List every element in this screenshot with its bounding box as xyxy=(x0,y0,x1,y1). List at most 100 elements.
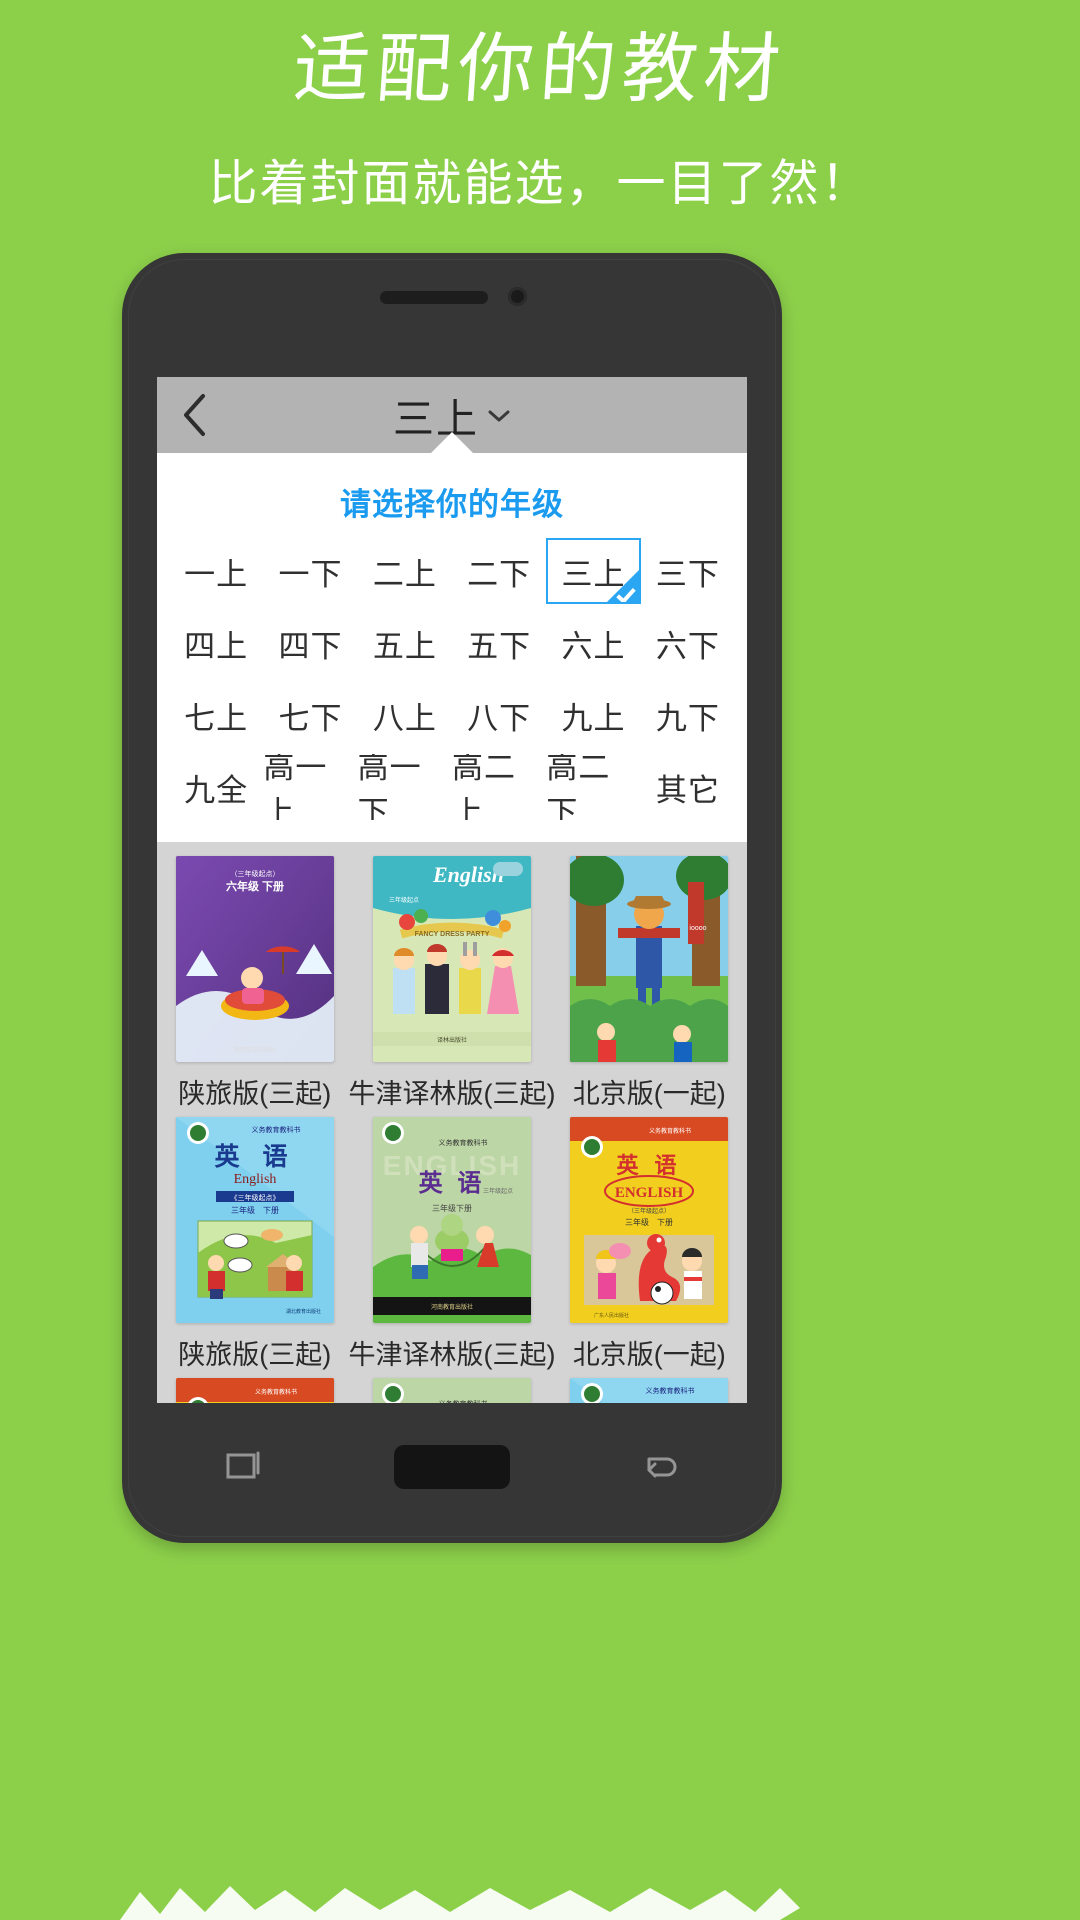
grade-option-高二下[interactable]: 高二下 xyxy=(546,754,641,820)
textbook-label: 北京版(一起) xyxy=(572,1340,726,1370)
textbook-item[interactable]: 义务教育教科书 英 语 ENGLISH （三年级起点） 三年级 下册 广东人民出… xyxy=(569,1117,729,1372)
grade-option-label: 九下 xyxy=(655,700,720,736)
svg-text:义务教育教科书: 义务教育教科书 xyxy=(438,1138,487,1147)
textbook-item[interactable]: ioooo 北京版(一起) xyxy=(569,856,729,1111)
textbook-label: 牛津译林版(三起) xyxy=(348,1340,556,1370)
grade-option-label: 八下 xyxy=(467,700,532,736)
svg-text:FANCY DRESS PARTY: FANCY DRESS PARTY xyxy=(415,931,490,938)
textbook-cover-image: 义务教育教科书 ENGLISH 英 语 三年级起点 三年级下册 河南教育出版社 xyxy=(372,1378,531,1403)
front-camera xyxy=(508,287,527,306)
grade-option-六上[interactable]: 六上 xyxy=(546,610,641,676)
grade-option-七下[interactable]: 七下 xyxy=(263,682,358,748)
grade-option-label: 二下 xyxy=(467,556,532,592)
grade-option-高一下[interactable]: 高一下 xyxy=(357,754,452,820)
svg-text:ENGLISH: ENGLISH xyxy=(615,1185,684,1201)
textbook-cover-image: （三年级起点） 六年级 下册 陕西旅游出版社 xyxy=(175,856,334,1062)
textbook-label: 北京版(一起) xyxy=(572,1079,726,1109)
grade-option-label: 四上 xyxy=(184,628,249,664)
textbook-cover-image: 义务教育教科书 ENGLISH 英 语 三年级起点 三年级下册 河南教育出版社 xyxy=(372,1117,531,1323)
grade-option-label: 高一下 xyxy=(357,754,422,820)
grade-option-五上[interactable]: 五上 xyxy=(357,610,452,676)
textbook-label: 陕旅版(三起) xyxy=(178,1340,332,1370)
grade-option-label: 六下 xyxy=(655,628,720,664)
grade-dropdown-panel: 请选择你的年级 一上 一下 二上 二下 三上 三下四上 四下 五上 五下 六上 六下七上 七下 八上 八下… xyxy=(157,432,747,842)
svg-text:（三年级起点）: （三年级起点） xyxy=(628,1207,670,1215)
textbook-cover-image: 义务教育教科书 英 语 English 《三年级起点》 三年级 下册 湖北教育出… xyxy=(570,1378,729,1403)
svg-text:义务教育教科书: 义务教育教科书 xyxy=(649,1127,691,1135)
grade-option-六下[interactable]: 六下 xyxy=(640,610,735,676)
textbook-item[interactable]: （三年级起点） 六年级 下册 陕西旅游出版社陕旅版(三起) xyxy=(175,856,335,1111)
grade-option-二下[interactable]: 二下 xyxy=(452,538,547,604)
svg-text:ioooo: ioooo xyxy=(690,925,707,932)
grade-option-label: 七下 xyxy=(278,700,343,736)
page-subtitle: 比着封面就能选，一目了然！ xyxy=(208,157,872,212)
grade-option-label: 七上 xyxy=(184,700,249,736)
svg-text:《三年级起点》: 《三年级起点》 xyxy=(230,1193,279,1202)
page-title: 适配你的教材 xyxy=(290,24,790,113)
svg-text:义务教育教科书: 义务教育教科书 xyxy=(255,1388,297,1396)
dropdown-title: 请选择你的年级 xyxy=(340,487,564,522)
grade-option-label: 五下 xyxy=(467,628,532,664)
textbook-label: 牛津译林版(三起) xyxy=(348,1079,556,1109)
textbook-item[interactable]: English 三年级起点 FANCY DRESS PARTY 译林出版社 牛津译… xyxy=(348,856,556,1111)
grade-option-九上[interactable]: 九上 xyxy=(546,682,641,748)
textbook-label: 陕旅版(三起) xyxy=(178,1079,332,1109)
grade-option-四下[interactable]: 四下 xyxy=(263,610,358,676)
svg-text:英 语: 英 语 xyxy=(419,1170,486,1197)
grade-option-一上[interactable]: 一上 xyxy=(169,538,264,604)
svg-text:湖北教育出版社: 湖北教育出版社 xyxy=(286,1308,321,1315)
grade-option-三下[interactable]: 三下 xyxy=(640,538,735,604)
svg-text:三年级起点: 三年级起点 xyxy=(483,1187,513,1195)
svg-text:（三年级起点）: （三年级起点） xyxy=(230,869,279,878)
grade-option-四上[interactable]: 四上 xyxy=(169,610,264,676)
grade-option-label: 高一上 xyxy=(263,754,328,820)
grade-option-label: 高二下 xyxy=(546,754,611,820)
home-pill-icon[interactable] xyxy=(393,1445,510,1489)
back-button[interactable] xyxy=(157,377,231,453)
textbook-grid: （三年级起点） 六年级 下册 陕西旅游出版社陕旅版(三起) English 三年… xyxy=(157,842,747,1403)
back-arrow-icon[interactable] xyxy=(637,1442,683,1493)
promo-header: 适配你的教材 比着封面就能选，一目了然！ xyxy=(0,0,1080,214)
grade-option-高二上[interactable]: 高二上 xyxy=(452,754,547,820)
textbook-cover-image: 义务教育教科书 英 语 ENGLISH （三年级起点） 三年级 下册 广东人民出… xyxy=(175,1378,334,1403)
textbook-item[interactable]: 义务教育教科书 ENGLISH 英 语 三年级起点 三年级下册 河南教育出版社牛… xyxy=(348,1117,556,1372)
grade-option-五下[interactable]: 五下 xyxy=(452,610,547,676)
grade-option-其它[interactable]: 其它 xyxy=(640,754,735,820)
grade-option-一下[interactable]: 一下 xyxy=(263,538,358,604)
svg-text:English: English xyxy=(432,862,504,887)
phone-screen: 三上 请选择你的年级 一上 一下 二上 二下 三上 三下四上 四下 五上 五下 六上 六下七上 七下八… xyxy=(157,377,747,1403)
svg-text:三年级下册: 三年级下册 xyxy=(432,1203,472,1213)
dropdown-arrow xyxy=(430,432,474,454)
grade-option-label: 四下 xyxy=(278,628,343,664)
grade-option-九全[interactable]: 九全 xyxy=(169,754,264,820)
textbook-cover-image: ioooo xyxy=(570,856,729,1062)
grade-option-label: 三下 xyxy=(655,556,720,592)
grade-option-三上[interactable]: 三上 xyxy=(546,538,641,604)
phone-mockup: 三上 请选择你的年级 一上 一下 二上 二下 三上 三下四上 四下 五上 五下 六上 六下七上 七下八… xyxy=(122,253,782,1543)
grade-option-八上[interactable]: 八上 xyxy=(357,682,452,748)
textbook-cover-image: 义务教育教科书 英 语 English 《三年级起点》 三年级 下册 湖北教育出… xyxy=(175,1117,334,1323)
android-navigation-bar xyxy=(157,1413,747,1521)
recents-square-icon[interactable] xyxy=(221,1442,267,1493)
grade-option-label: 八上 xyxy=(372,700,437,736)
grade-option-八下[interactable]: 八下 xyxy=(452,682,547,748)
grade-option-label: 五上 xyxy=(372,628,437,664)
svg-text:译林出版社: 译林出版社 xyxy=(437,1036,467,1044)
textbook-item[interactable]: 义务教育教科书 英 语 English 《三年级起点》 三年级 下册 湖北教育出… xyxy=(175,1117,335,1372)
svg-text:英 语: 英 语 xyxy=(214,1143,295,1171)
grade-option-九下[interactable]: 九下 xyxy=(640,682,735,748)
grade-option-label: 一上 xyxy=(184,556,249,592)
grade-option-label: 二上 xyxy=(372,556,437,592)
grade-option-label: 九上 xyxy=(561,700,626,736)
grade-option-label: 其它 xyxy=(655,772,720,808)
grade-option-七上[interactable]: 七上 xyxy=(169,682,264,748)
textbook-item[interactable]: 义务教育教科书 英 语 English 《三年级起点》 三年级 下册 湖北教育出… xyxy=(569,1378,729,1403)
textbook-item[interactable]: 义务教育教科书 ENGLISH 英 语 三年级起点 三年级下册 河南教育出版社 xyxy=(349,1378,556,1403)
svg-text:广东人民出版社: 广东人民出版社 xyxy=(594,1312,629,1319)
grade-option-label: 九全 xyxy=(184,772,249,808)
grade-option-二上[interactable]: 二上 xyxy=(357,538,452,604)
chevron-down-icon xyxy=(487,408,511,429)
grade-option-高一上[interactable]: 高一上 xyxy=(263,754,358,820)
grade-option-label: 一下 xyxy=(278,556,343,592)
textbook-item[interactable]: 义务教育教科书 英 语 ENGLISH （三年级起点） 三年级 下册 广东人民出… xyxy=(175,1378,335,1403)
